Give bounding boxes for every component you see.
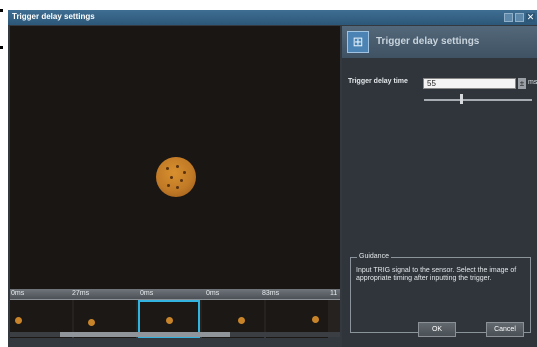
edge-mark xyxy=(0,46,3,49)
time-label: 0ms xyxy=(206,290,220,297)
scrollbar-thumb[interactable] xyxy=(60,332,230,337)
panel-title: Trigger delay settings xyxy=(376,36,480,47)
settings-panel: ⊞ Trigger delay settings Trigger delay t… xyxy=(342,26,537,347)
trigger-settings-icon: ⊞ xyxy=(347,31,369,53)
ok-button[interactable]: OK xyxy=(418,322,456,337)
filmstrip-scrollbar[interactable] xyxy=(10,332,340,337)
title-bar: Trigger delay settings ✕ xyxy=(8,10,537,25)
delay-time-label: Trigger delay time xyxy=(348,78,408,85)
delay-slider-track[interactable] xyxy=(424,99,532,101)
edge-mark xyxy=(0,9,3,12)
window-title: Trigger delay settings xyxy=(12,12,95,21)
time-label: 27ms xyxy=(72,290,90,297)
close-button[interactable]: ✕ xyxy=(526,13,535,22)
frame-filmstrip: 0ms 27ms 0ms 0ms 83ms 11 xyxy=(10,289,340,338)
guidance-text: Input TRIG signal to the sensor. Select … xyxy=(356,267,517,282)
cancel-button[interactable]: Cancel xyxy=(486,322,524,337)
time-label: 0ms xyxy=(140,290,154,297)
unit-label: ms xyxy=(528,79,537,86)
delay-spinner[interactable]: ± xyxy=(518,78,526,89)
time-label: 83ms xyxy=(262,290,280,297)
minimize-button[interactable] xyxy=(504,13,513,22)
image-viewer[interactable] xyxy=(10,26,340,297)
timeline-ruler: 0ms 27ms 0ms 0ms 83ms 11 xyxy=(10,289,340,300)
panel-header: ⊞ Trigger delay settings xyxy=(342,26,537,58)
time-label: 11 xyxy=(330,290,338,297)
delay-time-input[interactable] xyxy=(423,78,516,89)
time-label: 0ms xyxy=(11,290,25,297)
guidance-label: Guidance xyxy=(357,253,391,260)
maximize-button[interactable] xyxy=(515,13,524,22)
delay-slider-thumb[interactable] xyxy=(459,94,463,104)
workpiece-image xyxy=(156,157,196,197)
